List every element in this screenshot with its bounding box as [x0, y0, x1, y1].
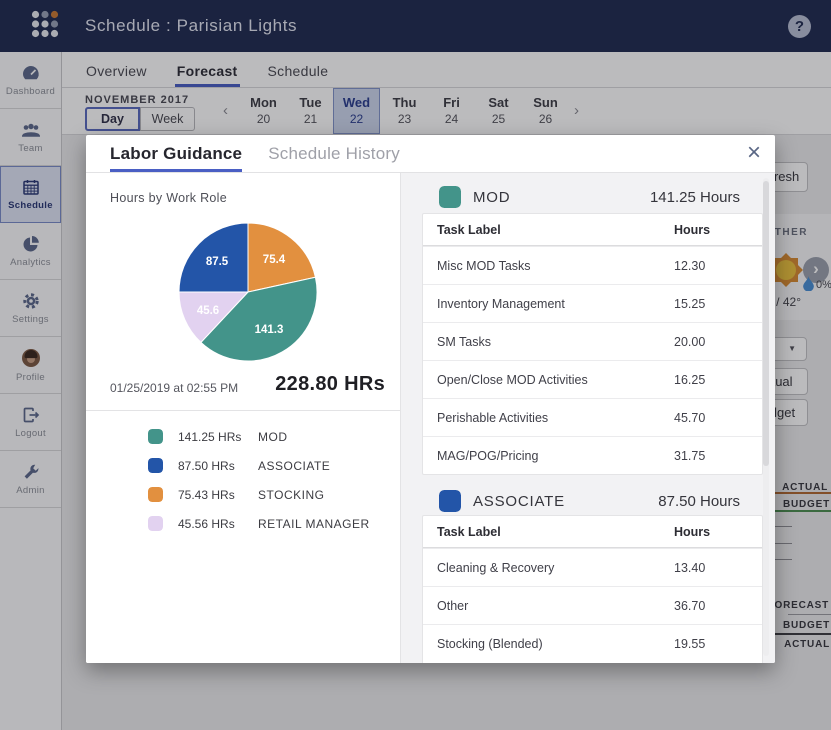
associate-swatch [148, 458, 163, 473]
table-row: Other 36.70 [423, 586, 762, 624]
role-name: ASSOCIATE [473, 493, 565, 510]
table-row: Inventory Management 15.25 [423, 284, 762, 322]
app-screen: Schedule : Parisian Lights ? Dashboard T… [0, 0, 831, 730]
legend-item-associate: 87.50 HRs ASSOCIATE [148, 451, 370, 480]
divider [86, 410, 400, 411]
role-hours: 87.50 Hours [658, 493, 740, 510]
table-row: Open/Close MOD Activities 16.25 [423, 360, 762, 398]
hours-pie-chart: 75.4 141.3 45.6 87.5 [173, 217, 323, 367]
role-name: MOD [473, 189, 510, 206]
labor-guidance-modal: Labor Guidance Schedule History × Hours … [86, 135, 775, 663]
table-row: Perishable Activities 45.70 [423, 398, 762, 436]
legend-item-retail-manager: 45.56 HRs RETAIL MANAGER [148, 509, 370, 538]
total-hours: 228.80 HRs [275, 373, 385, 396]
modal-header: Labor Guidance Schedule History × [86, 135, 775, 173]
mod-task-table: Task Label Hours Misc MOD Tasks 12.30 In… [422, 213, 763, 475]
table-header-row: Task Label Hours [423, 516, 762, 548]
mod-swatch [148, 429, 163, 444]
tab-labor-guidance[interactable]: Labor Guidance [110, 144, 242, 172]
table-row: SM Tasks 20.00 [423, 322, 762, 360]
hours-by-role-panel: Hours by Work Role 75.4 141.3 45.6 87.5 … [86, 173, 400, 663]
pie-label-retail-manager: 45.6 [197, 305, 219, 317]
table-row: MAG/POG/Pricing 31.75 [423, 436, 762, 474]
pie-label-stocking: 75.4 [263, 254, 286, 266]
chart-legend: 141.25 HRs MOD 87.50 HRs ASSOCIATE 75.43… [148, 422, 370, 538]
modal-body: Hours by Work Role 75.4 141.3 45.6 87.5 … [86, 173, 775, 663]
tab-schedule-history[interactable]: Schedule History [268, 144, 400, 172]
retail-manager-swatch [148, 516, 163, 531]
table-row: Stocking (Blended) 19.55 [423, 624, 762, 662]
close-icon[interactable]: × [747, 139, 761, 167]
mod-swatch [439, 186, 461, 208]
table-row: Misc MOD Tasks 12.30 [423, 246, 762, 284]
generated-timestamp: 01/25/2019 at 02:55 PM [110, 381, 238, 395]
role-hours: 141.25 Hours [650, 189, 740, 206]
scrollbar-thumb[interactable] [763, 181, 769, 466]
pie-label-associate: 87.5 [206, 256, 229, 268]
legend-item-mod: 141.25 HRs MOD [148, 422, 370, 451]
role-tasks-panel: MOD 141.25 Hours Task Label Hours Misc M… [400, 173, 775, 663]
stocking-swatch [148, 487, 163, 502]
table-row: Cleaning & Recovery 13.40 [423, 548, 762, 586]
associate-swatch [439, 490, 461, 512]
associate-task-table: Task Label Hours Cleaning & Recovery 13.… [422, 515, 763, 663]
table-header-row: Task Label Hours [423, 214, 762, 246]
legend-item-stocking: 75.43 HRs STOCKING [148, 480, 370, 509]
chart-title: Hours by Work Role [110, 191, 227, 205]
pie-label-mod: 141.3 [255, 324, 284, 336]
